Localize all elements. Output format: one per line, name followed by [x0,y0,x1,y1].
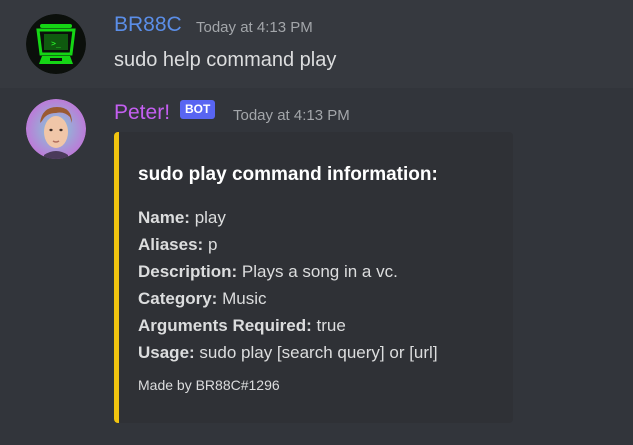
field-key: Name: [138,208,190,227]
username[interactable]: Peter! [114,101,170,125]
field-value: true [316,316,346,335]
avatar[interactable] [26,99,86,159]
timestamp[interactable]: Today at 4:13 PM [196,19,313,36]
embed: sudo play command information: Name: pla… [114,132,513,423]
bot-tag: BOT [180,100,216,119]
field-key: Aliases: [138,235,204,254]
embed-title: sudo play command information: [138,164,438,185]
field-value: Plays a song in a vc. [241,262,398,281]
field-value: p [207,235,218,254]
embed-field-category: Category: Music [138,285,508,312]
message-br88c: >_ BR88C Today at 4:13 PM sudo help comm… [0,0,633,88]
embed-footer: Made by BR88C#1296 [138,377,280,393]
field-key: Arguments Required: [138,316,312,335]
embed-field-arguments-required: Arguments Required: true [138,312,508,339]
person-face-avatar-icon [26,99,86,159]
field-key: Usage: [138,343,195,362]
avatar[interactable]: >_ [26,14,86,74]
message-peter-bot: Peter! BOT Today at 4:13 PM sudo play co… [0,88,633,445]
field-value: sudo play [search query] or [url] [199,343,438,362]
timestamp[interactable]: Today at 4:13 PM [233,107,350,124]
field-value: play [194,208,226,227]
embed-fields: Name: play Aliases: p Description: Plays… [138,204,508,366]
embed-field-name: Name: play [138,204,508,231]
embed-field-aliases: Aliases: p [138,231,508,258]
embed-field-description: Description: Plays a song in a vc. [138,258,508,285]
field-key: Category: [138,289,218,308]
svg-text:>_: >_ [51,39,61,48]
embed-field-usage: Usage: sudo play [search query] or [url] [138,339,508,366]
username[interactable]: BR88C [114,13,182,37]
field-value: Music [222,289,267,308]
chat-messages: >_ BR88C Today at 4:13 PM sudo help comm… [0,0,633,445]
field-key: Description: [138,262,238,281]
green-computer-avatar-icon: >_ [26,14,86,74]
message-content: sudo help command play [114,49,337,71]
